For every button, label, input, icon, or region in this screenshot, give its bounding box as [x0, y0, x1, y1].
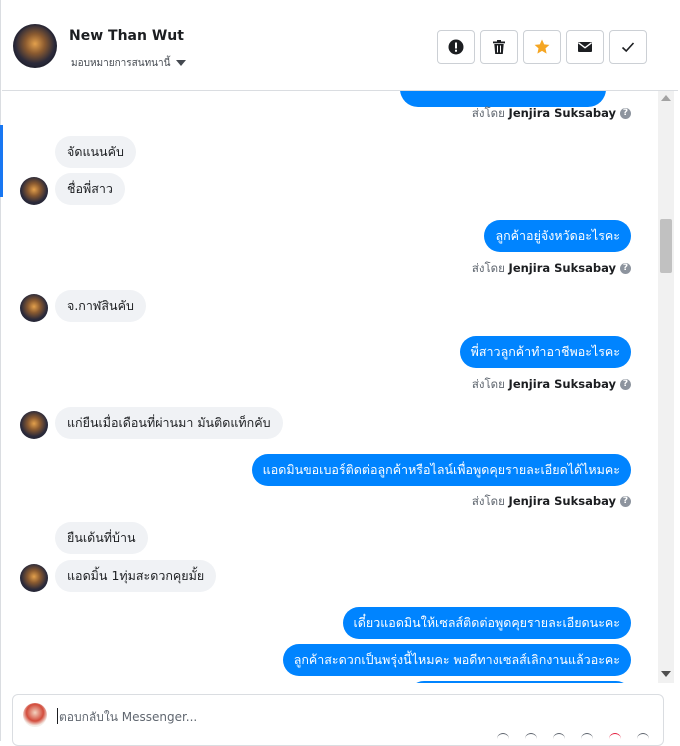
message-incoming[interactable]: จ.กาฬสินคับ — [55, 290, 146, 322]
star-button[interactable] — [523, 30, 561, 64]
attachment-icon[interactable] — [497, 733, 509, 740]
check-icon — [621, 42, 635, 53]
message-incoming[interactable]: จัดแนนคับ — [55, 136, 136, 168]
contact-avatar-small — [20, 294, 48, 322]
trash-icon — [493, 40, 505, 54]
assign-conversation-dropdown[interactable]: มอบหมายการสนทนานี้ — [71, 56, 187, 71]
panel-border — [0, 0, 1, 741]
scroll-down-arrow-icon[interactable] — [661, 671, 671, 677]
composer-toolbar — [497, 733, 649, 740]
message-outgoing[interactable]: แอดมินขอเบอร์ติดต่อลูกค้าหรือไลน์เพื่อพู… — [251, 454, 631, 486]
mark-unread-button[interactable] — [566, 30, 604, 64]
exclamation-icon — [448, 39, 464, 55]
contact-avatar-small — [20, 564, 48, 592]
envelope-icon — [578, 42, 592, 52]
contact-name[interactable]: New Than Wut — [69, 28, 184, 44]
emoji-icon[interactable] — [581, 733, 593, 740]
scroll-up-arrow-icon[interactable] — [661, 95, 671, 101]
conversation-panel: New Than Wut มอบหมายการสนทนานี้ ส่งโดย J… — [0, 0, 680, 746]
sent-by-label: ส่งโดย Jenjira Suksabay? — [472, 493, 631, 511]
text-cursor — [57, 708, 58, 724]
reply-input[interactable] — [57, 705, 641, 729]
contact-avatar[interactable] — [13, 24, 57, 68]
page-avatar — [23, 703, 47, 727]
info-icon[interactable]: ? — [620, 496, 631, 507]
info-icon[interactable]: ? — [620, 263, 631, 274]
gif-icon[interactable] — [553, 733, 565, 740]
caret-down-icon — [176, 60, 187, 66]
message-outgoing[interactable]: ลูกค้าสะดวกเป็นพรุ่งนี้ไหมคะ พอดีทางเซลส… — [282, 644, 631, 676]
message-scrollbar[interactable] — [658, 91, 674, 683]
contact-avatar-small — [20, 411, 48, 439]
assign-label: มอบหมายการสนทนานี้ — [71, 58, 171, 69]
contact-avatar-small — [20, 177, 48, 205]
sent-by-label: ส่งโดย Jenjira Suksabay? — [472, 260, 631, 278]
mark-done-button[interactable] — [609, 30, 647, 64]
sent-by-label: ส่งโดย Jenjira Suksabay? — [472, 105, 631, 123]
message-incoming[interactable]: ชื่อพี่สาว — [55, 173, 125, 205]
delete-button[interactable] — [480, 30, 518, 64]
mark-spam-button[interactable] — [437, 30, 475, 64]
info-icon[interactable]: ? — [620, 108, 631, 119]
message-outgoing[interactable]: เดี๋ยวแอดมินให้เซลส์ติดต่อพูดคุยรายละเอี… — [342, 607, 631, 639]
reply-composer — [12, 694, 664, 746]
message-outgoing[interactable]: พี่สาวลูกค้าทำอาชีพอะไรคะ — [459, 336, 631, 368]
star-icon — [534, 39, 550, 54]
message-outgoing-partial[interactable] — [408, 681, 632, 683]
message-incoming[interactable]: ยืนเด้นที่บ้าน — [55, 522, 148, 554]
info-icon[interactable]: ? — [620, 379, 631, 390]
more-icon[interactable] — [637, 733, 649, 740]
message-incoming[interactable]: แก่ยืนเมื่อเดือนที่ผ่านมา มันติดแท็กคับ — [55, 407, 283, 439]
image-icon[interactable] — [525, 733, 537, 740]
conversation-header: New Than Wut มอบหมายการสนทนานี้ — [2, 2, 678, 91]
sent-by-label: ส่งโดย Jenjira Suksabay? — [472, 376, 631, 394]
like-icon[interactable] — [609, 733, 621, 740]
message-outgoing[interactable]: ลูกค้าอยู่จังหวัดอะไรคะ — [484, 220, 631, 252]
message-incoming[interactable]: แอดมิ้น 1ทุ่มสะดวกคุยมั้ย — [55, 560, 217, 592]
scrollbar-thumb[interactable] — [660, 219, 672, 273]
message-list[interactable]: ส่งโดย Jenjira Suksabay? จัดแนนคับ ชื่อพ… — [2, 91, 658, 683]
